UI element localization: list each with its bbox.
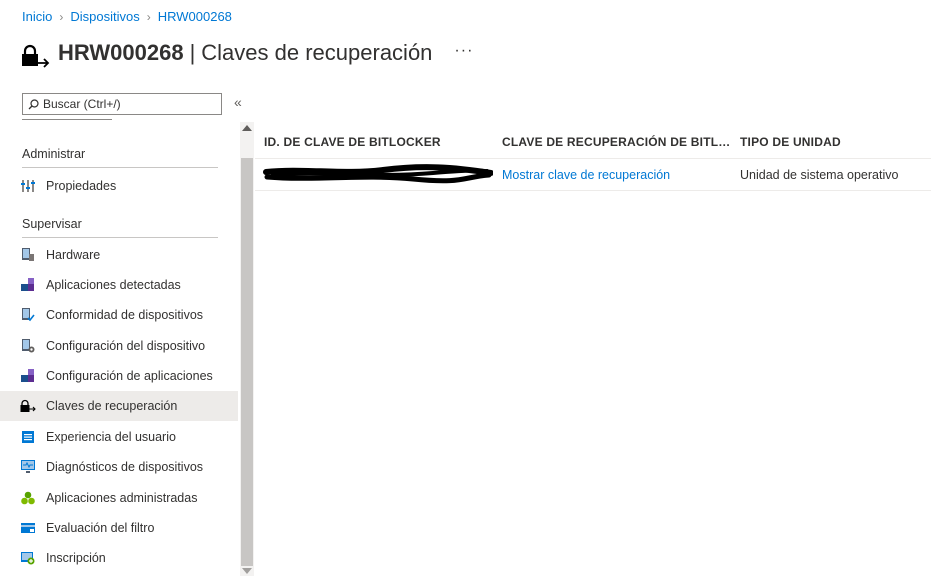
sidebar-item-experiencia-usuario[interactable]: Experiencia del usuario	[0, 422, 238, 452]
recovery-keys-table: ID. DE CLAVE DE BITLOCKER CLAVE DE RECUP…	[255, 125, 931, 191]
column-header-drive-type[interactable]: TIPO DE UNIDAD	[731, 135, 931, 149]
sidebar-item-propiedades[interactable]: Propiedades	[0, 171, 238, 201]
page-title: HRW000268 | Claves de recuperación	[58, 40, 432, 66]
page-title-separator: |	[189, 40, 196, 65]
search-icon	[28, 98, 39, 109]
sidebar-item-configuracion-dispositivo[interactable]: Configuración del dispositivo	[0, 331, 238, 361]
sidebar-item-label: Hardware	[46, 248, 101, 262]
app-configuration-icon	[20, 368, 36, 384]
sidebar-item-diagnosticos[interactable]: Diagnósticos de dispositivos	[0, 452, 238, 482]
sidebar-item-label: Configuración del dispositivo	[46, 339, 206, 353]
sidebar: Administrar Propiedades Supervisar Hardw…	[0, 118, 238, 576]
properties-icon	[20, 178, 36, 194]
enrollment-icon	[20, 550, 36, 566]
table-row: Mostrar clave de recuperación Unidad de …	[255, 159, 931, 191]
scroll-down-icon[interactable]	[242, 568, 252, 574]
sidebar-item-hardware[interactable]: Hardware	[0, 240, 238, 270]
drive-type-cell: Unidad de sistema operativo	[740, 167, 899, 182]
device-configuration-icon	[20, 338, 36, 354]
page-title-section: Claves de recuperación	[201, 40, 433, 65]
column-header-key-id[interactable]: ID. DE CLAVE DE BITLOCKER	[255, 135, 493, 149]
breadcrumb-device-link[interactable]: HRW000268	[158, 9, 232, 24]
more-options-button[interactable]: ···	[454, 42, 473, 60]
managed-apps-icon	[20, 490, 36, 506]
sidebar-item-inscripcion[interactable]: Inscripción	[0, 543, 238, 573]
breadcrumb-devices-link[interactable]: Dispositivos	[70, 9, 139, 24]
redacted-key-id	[255, 159, 493, 190]
sidebar-item-label: Conformidad de dispositivos	[46, 308, 204, 322]
sidebar-item-aplicaciones-detectadas[interactable]: Aplicaciones detectadas	[0, 270, 238, 300]
sidebar-item-configuracion-aplicaciones[interactable]: Configuración de aplicaciones	[0, 361, 238, 391]
sidebar-item-label: Experiencia del usuario	[46, 430, 176, 444]
show-recovery-key-link[interactable]: Mostrar clave de recuperación	[502, 168, 670, 182]
sidebar-scrollbar[interactable]	[240, 122, 254, 576]
redaction-scribble	[263, 164, 493, 184]
sidebar-item-aplicaciones-administradas[interactable]: Aplicaciones administradas	[0, 483, 238, 513]
search-input[interactable]	[43, 97, 213, 111]
collapse-sidebar-button[interactable]: «	[234, 94, 242, 110]
sidebar-item-label: Aplicaciones detectadas	[46, 278, 181, 292]
search-box[interactable]	[22, 93, 222, 115]
sidebar-section-administrar: Administrar	[22, 147, 218, 168]
column-header-recovery-key[interactable]: CLAVE DE RECUPERACIÓN DE BITLOCKER	[493, 135, 731, 149]
filter-evaluation-icon	[20, 520, 36, 536]
lock-arrow-icon	[22, 44, 50, 68]
chevron-right-icon: ›	[59, 9, 64, 24]
sidebar-item-label: Diagnósticos de dispositivos	[46, 460, 204, 474]
sidebar-item-evaluacion-filtro[interactable]: Evaluación del filtro	[0, 513, 238, 543]
discovered-apps-icon	[20, 277, 36, 293]
sidebar-item-label: Aplicaciones administradas	[46, 491, 198, 505]
sidebar-item-claves-recuperacion[interactable]: Claves de recuperación	[0, 391, 238, 421]
sidebar-scrolled-item	[22, 118, 122, 122]
table-header: ID. DE CLAVE DE BITLOCKER CLAVE DE RECUP…	[255, 125, 931, 159]
user-experience-icon	[20, 429, 36, 445]
scrollbar-thumb[interactable]	[241, 158, 253, 566]
hardware-icon	[20, 247, 36, 263]
device-compliance-icon	[20, 307, 36, 323]
scroll-up-icon[interactable]	[242, 125, 252, 131]
sidebar-item-conformidad[interactable]: Conformidad de dispositivos	[0, 300, 238, 330]
recovery-keys-icon	[20, 398, 36, 414]
device-diagnostics-icon	[20, 459, 36, 475]
sidebar-item-label: Propiedades	[46, 179, 117, 193]
sidebar-section-supervisar: Supervisar	[22, 217, 218, 238]
breadcrumb: Inicio › Dispositivos › HRW000268	[22, 9, 232, 24]
page-header: HRW000268 | Claves de recuperación ···	[20, 33, 473, 73]
sidebar-item-label: Configuración de aplicaciones	[46, 369, 213, 383]
breadcrumb-home-link[interactable]: Inicio	[22, 9, 52, 24]
sidebar-item-label: Inscripción	[46, 551, 106, 565]
sidebar-item-label: Claves de recuperación	[46, 399, 178, 413]
sidebar-item-label: Evaluación del filtro	[46, 521, 155, 535]
page-title-device: HRW000268	[58, 40, 184, 65]
chevron-right-icon: ›	[146, 9, 151, 24]
